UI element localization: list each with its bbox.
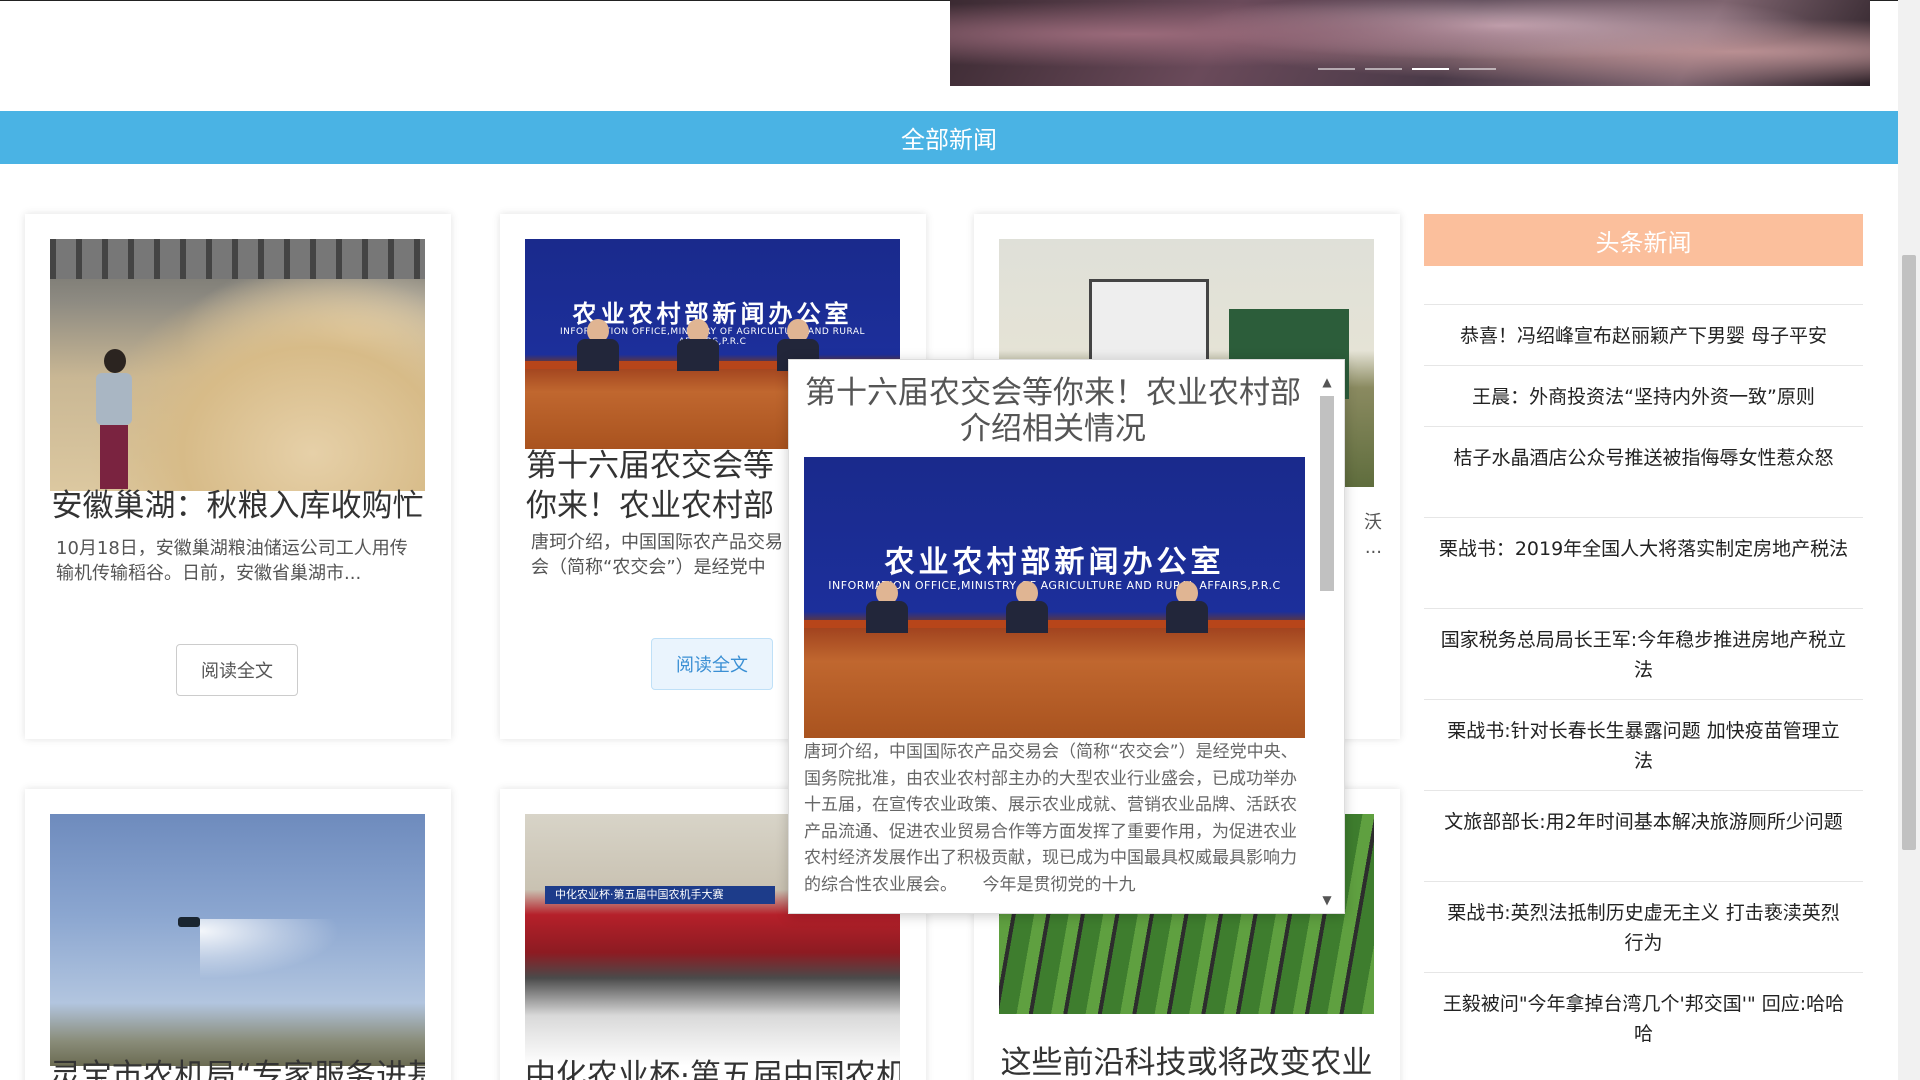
sidebar-title: 头条新闻 — [1424, 214, 1863, 266]
headline-item[interactable]: 王晨：外商投资法“坚持内外资一致”原则 — [1424, 365, 1863, 426]
headline-item[interactable]: 栗战书：2019年全国人大将落实制定房地产税法 — [1424, 517, 1863, 608]
popup-text: 唐珂介绍，中国国际农产品交易会（简称“农交会”）是经党中央、国务院批准，由农业农… — [804, 742, 1298, 895]
news-title[interactable]: 安徽巢湖：秋粮入库收购忙 — [50, 486, 425, 526]
read-more-button[interactable]: 阅读全文 — [176, 644, 298, 696]
news-thumbnail[interactable] — [50, 239, 425, 491]
chevron-up-icon[interactable]: ▲ — [1318, 374, 1336, 390]
headline-item[interactable]: 国家税务总局局长王军:今年稳步推进房地产税立法 — [1424, 608, 1863, 699]
drone-figure — [178, 917, 200, 927]
chevron-down-icon[interactable]: ▼ — [1318, 892, 1336, 908]
press-heading: 农业农村部新闻办公室 — [884, 545, 1225, 580]
headline-sidebar: 头条新闻 恭喜！冯绍峰宣布赵丽颖产下男婴 母子平安 王晨：外商投资法“坚持内外资… — [1424, 214, 1863, 1063]
popup-scrollbar[interactable]: ▲ ▼ — [1318, 374, 1336, 908]
slider-dot[interactable] — [1365, 68, 1402, 70]
popup-title: 第十六届农交会等你来！农业农村部介绍相关情况 — [805, 375, 1301, 447]
news-summary: 10月18日，安徽巢湖粮油储运公司工人用传输机传输稻谷。日前，安徽省巢湖市... — [56, 538, 408, 584]
news-title[interactable]: 灵宝市农机局“专家服务进基 — [50, 1056, 425, 1080]
hall-banner: 中化农业杯·第五届中国农机手大赛 — [545, 886, 775, 904]
headline-list: 恭喜！冯绍峰宣布赵丽颖产下男婴 母子平安 王晨：外商投资法“坚持内外资一致”原则… — [1424, 304, 1863, 1063]
headline-item[interactable]: 栗战书:英烈法抵制历史虚无主义 打击亵渎英烈行为 — [1424, 881, 1863, 972]
headline-item[interactable]: 恭喜！冯绍峰宣布赵丽颖产下男婴 母子平安 — [1424, 304, 1863, 365]
news-title[interactable]: 中化农业杯·第五届中国农机 — [525, 1056, 900, 1080]
popup-scroll-thumb[interactable] — [1320, 396, 1334, 591]
headline-item[interactable]: 王毅被问"今年拿掉台湾几个'邦交国'" 回应:哈哈哈 — [1424, 972, 1863, 1063]
banner-slider-image[interactable] — [950, 0, 1870, 86]
news-title[interactable]: 第十六届农交会等你来！农业农村部介绍相关情况 — [520, 446, 780, 526]
news-title[interactable]: 这些前沿科技或将改变农业 — [999, 1043, 1374, 1080]
page-scrollbar[interactable] — [1898, 0, 1920, 1080]
news-card: 安徽巢湖：秋粮入库收购忙 10月18日，安徽巢湖粮油储运公司工人用传输机传输稻谷… — [25, 214, 451, 739]
read-more-button[interactable]: 阅读全文 — [651, 638, 773, 690]
news-summary: 沃 ... — [1364, 512, 1382, 558]
slider-dot-active[interactable] — [1412, 68, 1449, 70]
slider-dot[interactable] — [1459, 68, 1496, 70]
slider-dot[interactable] — [1318, 68, 1355, 70]
news-summary: 唐珂介绍，中国国际农产品交易会（简称“农交会”）是经党中央、国务院批准... — [531, 532, 783, 578]
news-thumbnail[interactable] — [50, 814, 425, 1066]
page-scroll-thumb[interactable] — [1902, 255, 1916, 850]
popup-image: 农业农村部新闻办公室 INFORMATION OFFICE,MINISTRY O… — [804, 457, 1305, 738]
headline-item[interactable]: 文旅部部长:用2年时间基本解决旅游厕所少问题 — [1424, 790, 1863, 881]
section-banner: 全部新闻 — [0, 111, 1898, 164]
section-title: 全部新闻 — [901, 126, 997, 154]
worker-figure — [90, 349, 138, 489]
news-preview-popup[interactable]: 第十六届农交会等你来！农业农村部介绍相关情况 农业农村部新闻办公室 INFORM… — [788, 359, 1345, 914]
headline-item[interactable]: 桔子水晶酒店公众号推送被指侮辱女性惹众怒 — [1424, 426, 1863, 517]
slider-dots — [1318, 68, 1496, 70]
headline-item[interactable]: 栗战书:针对长春长生暴露问题 加快疫苗管理立法 — [1424, 699, 1863, 790]
news-card: 灵宝市农机局“专家服务进基 — [25, 789, 451, 1080]
